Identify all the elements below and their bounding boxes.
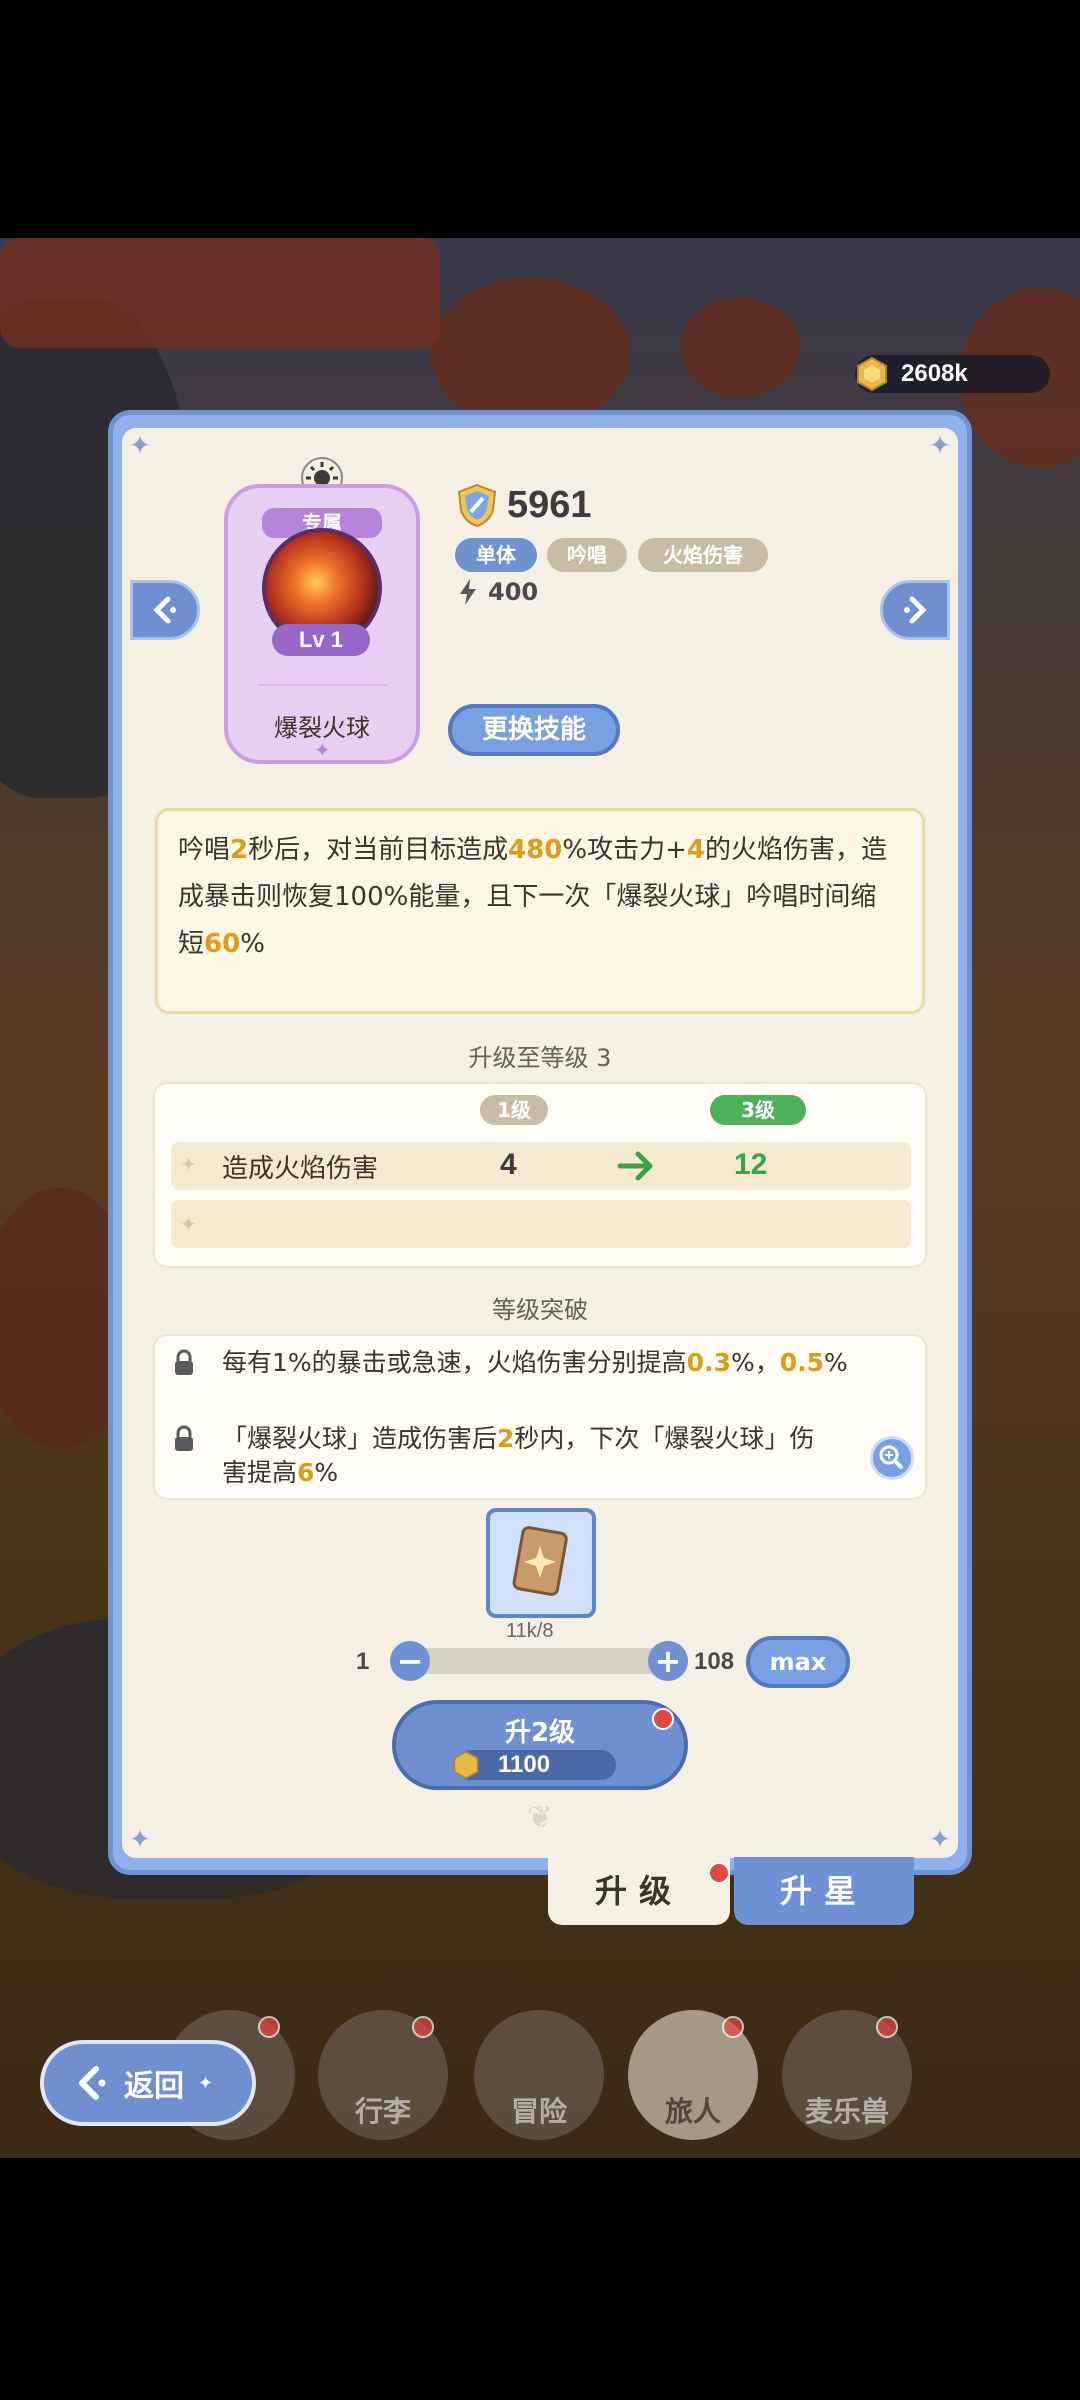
next-skill-button[interactable] xyxy=(880,580,950,640)
highlight-number: 0.5 xyxy=(779,1348,825,1377)
breakthrough-line-2: 「爆裂火球」造成伤害后2秒内，下次「爆裂火球」伤害提高6% xyxy=(222,1422,822,1490)
target-level-pill: 3级 xyxy=(710,1095,806,1125)
sparkle-icon: ✦ xyxy=(180,1152,197,1176)
notification-dot xyxy=(722,2016,744,2038)
sparkle-icon: ✦ xyxy=(314,738,331,762)
card-divider xyxy=(258,684,388,686)
highlight-number: 480 xyxy=(508,835,563,865)
text-fragment: 每有1%的暴击或急速，火焰伤害分别提高 xyxy=(222,1348,687,1377)
notification-dot xyxy=(708,1862,730,1884)
plus-icon: + xyxy=(654,1642,682,1680)
text-fragment: % xyxy=(314,1458,339,1487)
sparkle-icon: ✦ xyxy=(180,1212,197,1236)
zoom-button[interactable] xyxy=(870,1436,914,1480)
prev-skill-button[interactable] xyxy=(130,580,200,640)
coin-icon xyxy=(453,1751,479,1779)
highlight-number: 4 xyxy=(686,835,705,865)
change-skill-button[interactable]: 更换技能 xyxy=(448,704,620,756)
text-fragment: % xyxy=(824,1348,848,1377)
energy-cost: 400 xyxy=(458,578,538,606)
notification-dot xyxy=(876,2016,898,2038)
energy-value: 400 xyxy=(488,578,539,606)
quantity-min: 1 xyxy=(356,1648,370,1675)
lock-icon xyxy=(175,1425,193,1451)
from-value: 4 xyxy=(500,1148,517,1181)
lock-icon xyxy=(175,1349,193,1375)
skill-level-badge: Lv 1 xyxy=(272,624,370,656)
upgrade-title: 升级至等级 3 xyxy=(468,1044,612,1072)
shield-icon xyxy=(457,483,497,528)
table-row xyxy=(171,1200,911,1248)
nav-item-adventure[interactable]: 冒险 xyxy=(474,2010,604,2140)
minus-icon: − xyxy=(396,1642,424,1680)
quantity-slider[interactable] xyxy=(412,1648,668,1674)
highlight-number: 6 xyxy=(297,1458,315,1487)
power-value: 5961 xyxy=(507,483,592,526)
tag-single-target: 单体 xyxy=(455,538,537,572)
chevron-right-icon xyxy=(904,596,927,624)
corner-ornament-icon: ✦ xyxy=(129,1825,151,1855)
breakthrough-line-1: 每有1%的暴击或急速，火焰伤害分别提高0.3%，0.5% xyxy=(222,1346,862,1380)
skill-description-text: 吟唱2秒后，对当前目标造成480%攻击力+4的火焰伤害，造成暴击则恢复100%能… xyxy=(178,835,887,959)
chevron-left-icon xyxy=(153,596,176,624)
current-level-pill: 1级 xyxy=(480,1095,548,1125)
notification-dot xyxy=(258,2016,280,2038)
tag-chant: 吟唱 xyxy=(547,538,627,572)
level-up-label: 升2级 xyxy=(504,1718,576,1748)
row-label: 造成火焰伤害 xyxy=(222,1154,379,1184)
tab-star[interactable]: 升星 xyxy=(734,1857,914,1925)
scroll-icon xyxy=(512,1526,568,1596)
skill-power: 5961 xyxy=(455,482,592,528)
quantity-max: 108 xyxy=(694,1648,735,1675)
skill-description: 吟唱2秒后，对当前目标造成480%攻击力+4的火焰伤害，造成暴击则恢复100%能… xyxy=(155,808,925,1014)
skill-card[interactable]: 专属 Lv 1 爆裂火球 ✦ xyxy=(224,484,420,764)
material-item[interactable] xyxy=(486,1508,596,1618)
corner-ornament-icon: ✦ xyxy=(929,1825,951,1855)
text-fragment: 吟唱 xyxy=(178,835,231,865)
to-value: 12 xyxy=(734,1148,768,1181)
breakthrough-title: 等级突破 xyxy=(492,1296,588,1324)
ornament-icon: ❦ xyxy=(527,1800,553,1835)
coin-icon xyxy=(857,357,887,391)
sparkle-icon: ✦ xyxy=(198,2072,214,2094)
back-label: 返回 xyxy=(124,2069,184,2104)
text-fragment: %， xyxy=(730,1348,780,1377)
arrow-right-icon xyxy=(617,1151,653,1181)
highlight-number: 2 xyxy=(230,835,249,865)
max-button[interactable]: max xyxy=(746,1636,850,1688)
highlight-number: 60 xyxy=(204,929,241,959)
material-count: 11k/8 xyxy=(506,1620,554,1642)
tab-upgrade[interactable]: 升级 xyxy=(548,1857,730,1925)
magnifier-icon xyxy=(879,1445,903,1469)
coin-balance: 2608k xyxy=(855,355,1050,393)
cost-value: 1100 xyxy=(498,1751,551,1778)
text-fragment: 「爆裂火球」造成伤害后 xyxy=(222,1424,498,1453)
corner-ornament-icon: ✦ xyxy=(129,431,151,461)
back-arrow-icon xyxy=(79,2066,106,2100)
back-button[interactable]: 返回 ✦ xyxy=(40,2040,256,2126)
highlight-number: 2 xyxy=(497,1424,515,1453)
corner-ornament-icon: ✦ xyxy=(929,431,951,461)
notification-dot xyxy=(652,1708,674,1730)
text-fragment: %攻击力+ xyxy=(562,835,687,865)
tag-fire-damage: 火焰伤害 xyxy=(638,538,768,572)
text-fragment: % xyxy=(240,929,265,959)
lightning-icon xyxy=(460,579,476,605)
increase-button[interactable]: + xyxy=(648,1641,688,1681)
coin-amount: 2608k xyxy=(901,360,968,387)
highlight-number: 0.3 xyxy=(686,1348,731,1377)
level-up-cost: 1100 xyxy=(453,1750,616,1780)
decrease-button[interactable]: − xyxy=(390,1641,430,1681)
level-up-button[interactable]: 升2级 1100 xyxy=(392,1700,688,1790)
notification-dot xyxy=(412,2016,434,2038)
text-fragment: 秒后，对当前目标造成 xyxy=(248,835,509,865)
